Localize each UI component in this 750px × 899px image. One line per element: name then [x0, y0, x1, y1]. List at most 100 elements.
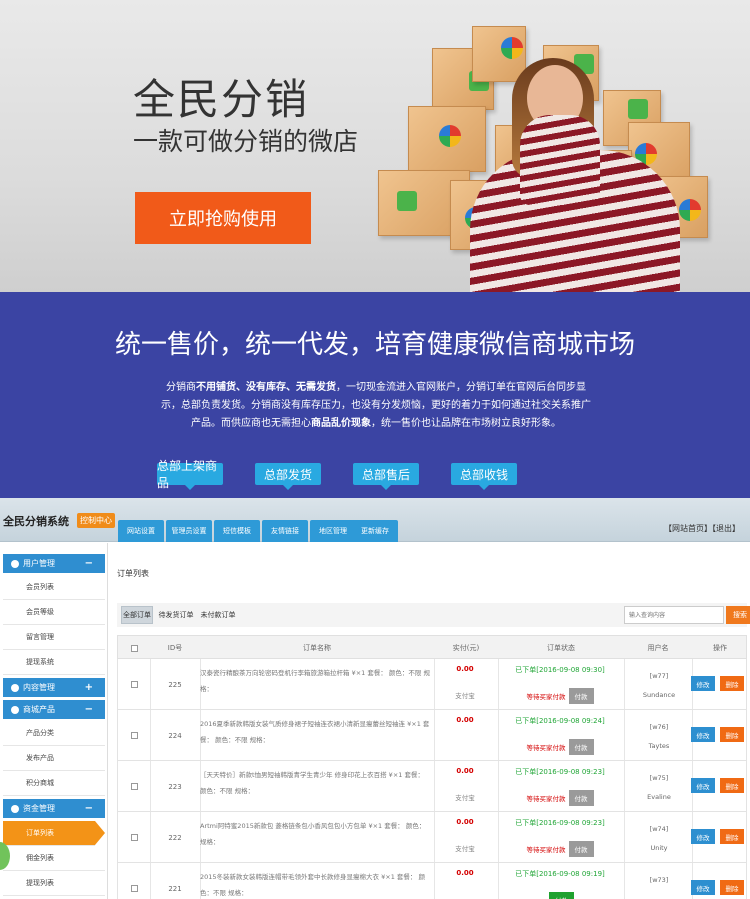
pay-button[interactable]: 付款: [568, 688, 594, 704]
col-actions: 操作: [713, 644, 727, 652]
select-all-checkbox[interactable]: [130, 644, 138, 652]
row-checkbox[interactable]: [130, 681, 138, 688]
user-name: Sundance: [642, 691, 676, 699]
sidebar: 用户管理 − 会员列表 会员等级 留言管理 提现系统 内容管理 + 商城产品 − 产品…: [0, 543, 108, 899]
table-row: 222 Artmi阿特蜜2015新款包 菱格链条包小香风包包小方包单 ¥×1 套餐…: [117, 812, 747, 863]
row-checkbox[interactable]: [130, 834, 138, 841]
delete-button[interactable]: 删除: [720, 829, 744, 844]
sidebar-item-members[interactable]: 会员列表: [3, 575, 105, 600]
user-id: [w77]: [649, 672, 669, 680]
listing-button[interactable]: 总部上架商品: [157, 459, 223, 490]
after-sales-button[interactable]: 总部售后: [353, 463, 419, 490]
pay-button[interactable]: 付款: [568, 739, 594, 755]
edit-button[interactable]: 修改: [691, 880, 715, 895]
top-links[interactable]: 【网站首页】【退出】: [664, 523, 740, 534]
shipping-button[interactable]: 总部发货: [255, 463, 321, 490]
edit-button[interactable]: 修改: [691, 676, 715, 691]
sidebar-item-points-mall[interactable]: 积分商城: [3, 771, 105, 796]
pay-button[interactable]: 付款: [549, 892, 574, 899]
await-payment-text: 等待买家付款: [526, 744, 566, 752]
tab-region-admin[interactable]: 地区管理: [310, 520, 356, 542]
order-id: 222: [168, 833, 182, 842]
table-row: 223 ［天天特价］新款t恤男短袖韩版青学生青少年 修身印花上衣百搭 ¥×1 套餐…: [117, 761, 747, 812]
filter-bar: 全部订单 待发货订单 未付款订单 搜索: [117, 603, 750, 627]
col-status: 订单状态: [547, 644, 575, 652]
order-name: 汉泰瓷行精酿茶万向轮密码登机行李箱旅游箱拉杆箱 ¥×1 套餐： 颜色：不限 规格…: [200, 669, 430, 693]
order-status: 已下单[2016-09-08 09:23]: [515, 768, 605, 776]
order-id: 223: [168, 782, 182, 791]
filter-unpaid[interactable]: 未付款订单: [199, 606, 237, 624]
edit-button[interactable]: 修改: [691, 727, 715, 742]
user-name: Evaline: [647, 793, 671, 801]
sidebar-section-funds[interactable]: 资金管理 −: [3, 799, 105, 818]
await-payment-text: 等待买家付款: [526, 846, 566, 854]
sidebar-item-withdraw-system[interactable]: 提现系统: [3, 650, 105, 675]
tab-site-settings[interactable]: 网站设置: [118, 520, 164, 542]
order-status: 已下单[2016-09-08 09:30]: [515, 666, 605, 674]
tab-admin-settings[interactable]: 管理员设置: [166, 520, 212, 542]
feature-description: 分销商不用铺货、没有库存、无需发货，一切现金流进入官网账户，分销订单在官网后台同…: [161, 382, 591, 429]
order-id: 225: [168, 680, 182, 689]
await-payment-text: 等待买家付款: [526, 795, 566, 803]
search-input[interactable]: [624, 606, 724, 624]
edit-button[interactable]: 修改: [691, 829, 715, 844]
order-status: 已下单[2016-09-08 09:24]: [515, 717, 605, 725]
pay-button[interactable]: 付款: [568, 790, 594, 806]
hero-banner: 全民分销 一款可做分销的微店 立即抢购使用: [0, 0, 750, 292]
delete-button[interactable]: 删除: [720, 778, 744, 793]
control-center-badge[interactable]: 控制中心: [77, 513, 115, 528]
sidebar-section-content[interactable]: 内容管理 +: [3, 678, 105, 697]
user-name: Taytes: [648, 742, 670, 750]
product-icon: [11, 705, 19, 714]
feature-headline: 统一售价，统一代发，培育健康微信商城市场: [114, 330, 635, 360]
edit-button[interactable]: 修改: [691, 778, 715, 793]
pay-button[interactable]: 付款: [568, 841, 594, 857]
order-price: 0.00: [456, 716, 474, 724]
sidebar-item-categories[interactable]: 产品分类: [3, 721, 105, 746]
sidebar-item-messages[interactable]: 留言管理: [3, 625, 105, 650]
tab-update-cache[interactable]: 更新缓存: [352, 520, 398, 542]
collapse-icon[interactable]: −: [85, 803, 93, 814]
row-checkbox[interactable]: [130, 783, 138, 790]
hero-title: 全民分销: [133, 75, 310, 124]
collapse-icon[interactable]: −: [85, 704, 93, 715]
col-username: 用户名: [647, 644, 669, 652]
filter-all-orders[interactable]: 全部订单: [121, 606, 153, 624]
delete-button[interactable]: 删除: [720, 727, 744, 742]
expand-icon[interactable]: +: [85, 682, 93, 693]
order-name: 2015冬装新款女装韩版连帽带毛领外套中长款修身显瘦棉大衣 ¥×1 套餐： 颜色…: [200, 873, 425, 897]
delete-button[interactable]: 删除: [720, 676, 744, 691]
sidebar-item-member-levels[interactable]: 会员等级: [3, 600, 105, 625]
order-price: 0.00: [456, 818, 474, 826]
table-row: 225 汉泰瓷行精酿茶万向轮密码登机行李箱旅游箱拉杆箱 ¥×1 套餐： 颜色：不限…: [117, 659, 747, 710]
user-id: [w76]: [649, 723, 669, 731]
user-id: [w73]: [649, 876, 669, 884]
row-checkbox[interactable]: [130, 732, 138, 739]
payment-method: 支付宝: [455, 794, 475, 802]
user-id: [w74]: [649, 825, 669, 833]
order-price: 0.00: [456, 767, 474, 775]
delete-button[interactable]: 删除: [720, 880, 744, 895]
tab-friend-links[interactable]: 友情链接: [262, 520, 308, 542]
row-checkbox[interactable]: [130, 885, 138, 892]
admin-panel: 全民分销系统 控制中心 网站设置 管理员设置 短信模板 友情链接 地区管理 更新…: [0, 498, 750, 899]
sidebar-item-commissions[interactable]: 佣金列表: [3, 846, 105, 871]
hero-subtitle: 一款可做分销的微店: [133, 127, 359, 156]
system-name: 全民分销系统: [3, 515, 69, 528]
collapse-icon[interactable]: −: [85, 558, 93, 569]
buy-now-button[interactable]: 立即抢购使用: [135, 192, 311, 244]
payment-button[interactable]: 总部收钱: [451, 463, 517, 490]
await-payment-text: 等待买家付款: [526, 693, 566, 701]
order-status: 已下单[2016-09-08 09:19]: [515, 870, 605, 878]
user-id: [w75]: [649, 774, 669, 782]
search-button[interactable]: 搜索: [726, 606, 750, 624]
sidebar-item-orders[interactable]: 订单列表: [3, 821, 105, 846]
main-content: 订单列表 全部订单 待发货订单 未付款订单 搜索 ID号 订单名称 实付(元) …: [109, 543, 750, 899]
select-all-col[interactable]: [118, 636, 150, 660]
sidebar-section-users[interactable]: 用户管理 −: [3, 554, 105, 573]
filter-pending-ship[interactable]: 待发货订单: [157, 606, 195, 624]
sidebar-item-withdrawals[interactable]: 提现列表: [3, 871, 105, 896]
sidebar-item-publish-product[interactable]: 发布产品: [3, 746, 105, 771]
sidebar-section-products[interactable]: 商城产品 −: [3, 700, 105, 719]
tab-sms-templates[interactable]: 短信模板: [214, 520, 260, 542]
